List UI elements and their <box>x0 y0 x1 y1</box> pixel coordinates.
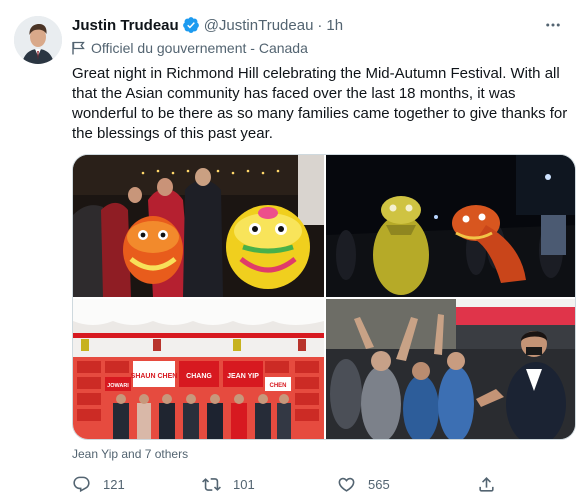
tagged-users-text: Jean Yip and 7 others <box>72 447 189 461</box>
heart-icon <box>338 477 355 492</box>
flag-icon <box>72 41 85 55</box>
tagged-users[interactable]: Jean Yip and 7 others <box>72 446 188 462</box>
share-button[interactable] <box>477 475 508 494</box>
photo-2[interactable] <box>326 155 575 297</box>
government-label[interactable]: Officiel du gouvernement - Canada <box>72 39 308 57</box>
sign-text-3: JEAN YIP <box>227 373 259 380</box>
photo-3[interactable]: SHAUN CHEN CHANG JEAN YIP JOWARI CHEN <box>73 299 324 439</box>
photo-1[interactable] <box>73 155 324 297</box>
crowd-greeting-image <box>326 299 575 439</box>
sign-text-2: CHANG <box>186 373 212 380</box>
separator-dot: · <box>317 16 323 34</box>
night-lion-dance-image <box>326 155 575 297</box>
avatar[interactable] <box>14 16 62 64</box>
tweet[interactable]: Justin Trudeau @JustinTrudeau · 1h Offic… <box>0 0 585 503</box>
campaign-office-group-image: SHAUN CHEN CHANG JEAN YIP JOWARI CHEN <box>73 299 324 439</box>
avatar-image <box>14 16 62 64</box>
like-count: 565 <box>368 476 390 492</box>
retweet-count: 101 <box>233 476 255 492</box>
more-options-icon[interactable] <box>540 12 566 38</box>
share-icon <box>479 476 494 492</box>
reply-icon <box>73 476 90 492</box>
photo-4[interactable] <box>326 299 575 439</box>
reply-count: 121 <box>103 476 125 492</box>
timestamp[interactable]: 1h <box>326 17 343 34</box>
sign-text-5: CHEN <box>269 383 286 389</box>
sign-text-1: SHAUN CHEN <box>131 373 178 380</box>
retweet-icon <box>202 477 221 491</box>
verified-badge-icon <box>182 17 199 33</box>
retweet-button[interactable]: 101 <box>202 475 255 494</box>
reply-button[interactable]: 121 <box>72 475 125 494</box>
sign-text-4: JOWARI <box>107 383 129 389</box>
lion-dance-crowd-image <box>73 155 324 297</box>
tweet-header: Justin Trudeau @JustinTrudeau · 1h <box>72 14 572 36</box>
tweet-text: Great night in Richmond Hill celebrating… <box>72 65 568 142</box>
action-bar: 121 101 565 <box>72 472 512 496</box>
like-button[interactable]: 565 <box>337 475 390 494</box>
author-handle[interactable]: @JustinTrudeau <box>204 17 314 34</box>
photo-grid: SHAUN CHEN CHANG JEAN YIP JOWARI CHEN <box>72 154 576 440</box>
author-name[interactable]: Justin Trudeau <box>72 17 179 34</box>
government-label-text: Officiel du gouvernement - Canada <box>91 40 308 56</box>
